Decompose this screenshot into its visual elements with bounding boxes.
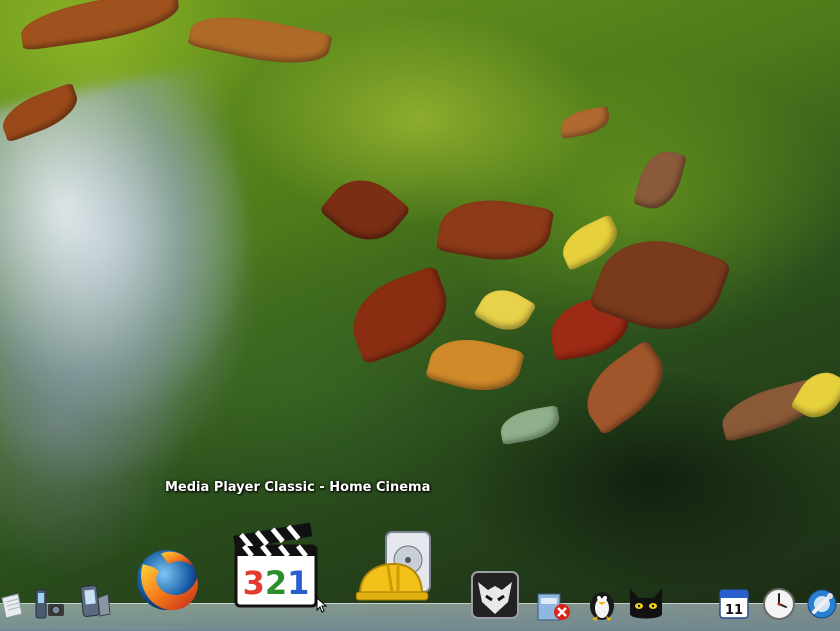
mouse-cursor-icon [316, 597, 328, 613]
pda-icon[interactable] [78, 584, 114, 620]
harddrive-hardhat-icon[interactable] [356, 528, 440, 612]
firefox-icon[interactable] [131, 544, 203, 616]
camera-phone-icon[interactable] [30, 588, 68, 620]
wallpaper-leaf [558, 105, 612, 140]
black-cat-icon[interactable] [626, 584, 666, 622]
package-remove-icon[interactable] [534, 588, 574, 622]
wallpaper-leaf [473, 280, 537, 340]
wallpaper-leaf [318, 164, 412, 256]
clock-icon[interactable] [761, 586, 797, 622]
tux-icon[interactable] [584, 586, 620, 622]
dock-hover-label: Media Player Classic - Home Cinema [165, 480, 431, 495]
settings-icon[interactable] [804, 586, 840, 622]
wallpaper-leaf [17, 0, 183, 51]
foobar-icon[interactable] [470, 570, 520, 620]
mpc-hc-icon[interactable]: 321 [228, 518, 322, 612]
wallpaper-leaf [435, 190, 555, 270]
wallpaper-leaf [425, 329, 525, 401]
calendar-icon[interactable]: 11 [716, 586, 752, 622]
wallpaper-leaf [632, 145, 688, 215]
wallpaper-leaf [497, 405, 563, 445]
paper-icon[interactable] [0, 590, 24, 620]
mpc-digits: 321 [243, 564, 310, 602]
calendar-day: 11 [725, 603, 743, 618]
